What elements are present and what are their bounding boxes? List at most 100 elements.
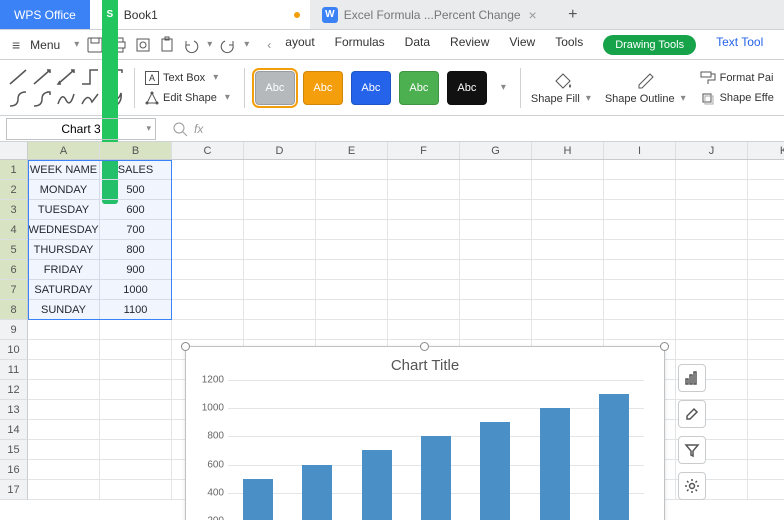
fx-icon[interactable]: fx (194, 122, 203, 136)
cell[interactable] (532, 300, 604, 320)
cell[interactable] (460, 160, 532, 180)
row-header[interactable]: 8 (0, 300, 28, 320)
column-header[interactable]: B (100, 142, 172, 159)
cell[interactable]: THURSDAY (28, 240, 100, 260)
cell[interactable] (100, 440, 172, 460)
cell[interactable] (316, 200, 388, 220)
resize-handle[interactable] (420, 342, 429, 351)
cell[interactable] (748, 260, 784, 280)
cell[interactable]: SATURDAY (28, 280, 100, 300)
column-header[interactable]: K (748, 142, 784, 159)
cell[interactable] (748, 340, 784, 360)
chart-object[interactable]: Chart Title 020040060080010001200 MONDAY… (185, 346, 665, 520)
cell[interactable]: 700 (100, 220, 172, 240)
cell[interactable] (388, 180, 460, 200)
cell[interactable] (604, 220, 676, 240)
cell[interactable] (676, 220, 748, 240)
cell[interactable] (748, 280, 784, 300)
cell[interactable] (100, 460, 172, 480)
chart-bar[interactable] (362, 450, 392, 520)
row-header[interactable]: 12 (0, 380, 28, 400)
cell[interactable] (316, 220, 388, 240)
cell[interactable] (604, 200, 676, 220)
shape-fill-button[interactable]: Shape Fill▾ (531, 71, 595, 105)
cell[interactable] (316, 180, 388, 200)
brand-tab[interactable]: WPS Office (0, 0, 90, 29)
cell[interactable] (532, 220, 604, 240)
column-header[interactable]: C (172, 142, 244, 159)
name-box[interactable]: Chart 3 ▾ (6, 118, 156, 140)
gallery-expand-icon[interactable]: ▾ (497, 82, 510, 93)
cell[interactable]: TUESDAY (28, 200, 100, 220)
cell[interactable] (388, 200, 460, 220)
cell[interactable] (244, 320, 316, 340)
cell[interactable]: 800 (100, 240, 172, 260)
menu-drawing-tools[interactable]: Drawing Tools (603, 35, 696, 55)
cell[interactable] (100, 360, 172, 380)
redo-icon[interactable] (219, 36, 237, 54)
cell[interactable] (388, 220, 460, 240)
cell[interactable] (100, 480, 172, 500)
cell[interactable] (28, 320, 100, 340)
chart-bar[interactable] (480, 422, 510, 520)
cell[interactable] (748, 400, 784, 420)
cell[interactable] (748, 420, 784, 440)
chart-styles-button[interactable] (678, 400, 706, 428)
cell[interactable] (676, 280, 748, 300)
cell[interactable] (172, 180, 244, 200)
cell[interactable] (28, 440, 100, 460)
cell[interactable] (676, 160, 748, 180)
row-header[interactable]: 11 (0, 360, 28, 380)
cell[interactable] (676, 320, 748, 340)
cell[interactable] (748, 220, 784, 240)
cell[interactable] (244, 180, 316, 200)
chart-bar[interactable] (540, 408, 570, 520)
cell[interactable] (532, 180, 604, 200)
cell[interactable] (316, 260, 388, 280)
column-header[interactable]: G (460, 142, 532, 159)
cell[interactable] (100, 400, 172, 420)
paste-icon[interactable] (158, 36, 176, 54)
cell[interactable] (244, 300, 316, 320)
style-swatch[interactable]: Abc (303, 71, 343, 105)
cell[interactable] (244, 200, 316, 220)
tab-book1[interactable]: S Book1 (90, 0, 310, 29)
chevron-down-icon[interactable]: ▾ (240, 39, 253, 50)
cell[interactable] (172, 220, 244, 240)
style-swatch[interactable]: Abc (351, 71, 391, 105)
style-swatch[interactable]: Abc (255, 71, 295, 105)
style-swatch[interactable]: Abc (399, 71, 439, 105)
column-header[interactable]: F (388, 142, 460, 159)
cell[interactable] (604, 280, 676, 300)
cell[interactable] (244, 280, 316, 300)
chart-bar[interactable] (243, 479, 273, 520)
menu-formulas[interactable]: Formulas (335, 35, 385, 55)
cell[interactable] (748, 440, 784, 460)
cell[interactable] (100, 320, 172, 340)
row-header[interactable]: 14 (0, 420, 28, 440)
resize-handle[interactable] (181, 342, 190, 351)
format-painter-button[interactable]: Format Pai (700, 71, 774, 85)
cell[interactable] (172, 160, 244, 180)
column-header[interactable]: A (28, 142, 100, 159)
cell[interactable] (244, 160, 316, 180)
cell[interactable] (748, 240, 784, 260)
cell[interactable] (604, 240, 676, 260)
row-header[interactable]: 4 (0, 220, 28, 240)
cell[interactable] (388, 300, 460, 320)
row-header[interactable]: 2 (0, 180, 28, 200)
cell[interactable] (460, 180, 532, 200)
cell[interactable]: SUNDAY (28, 300, 100, 320)
menu-data[interactable]: Data (405, 35, 430, 55)
cell[interactable] (172, 300, 244, 320)
cell[interactable] (244, 260, 316, 280)
menu-tools[interactable]: Tools (555, 35, 583, 55)
cell[interactable] (532, 160, 604, 180)
cell[interactable]: 1100 (100, 300, 172, 320)
cell[interactable] (316, 300, 388, 320)
cell[interactable] (532, 280, 604, 300)
hamburger-icon[interactable]: ≡ (0, 37, 30, 53)
cell[interactable] (100, 380, 172, 400)
cell[interactable] (460, 260, 532, 280)
shape-style-gallery[interactable]: AbcAbcAbcAbcAbc (255, 71, 487, 105)
